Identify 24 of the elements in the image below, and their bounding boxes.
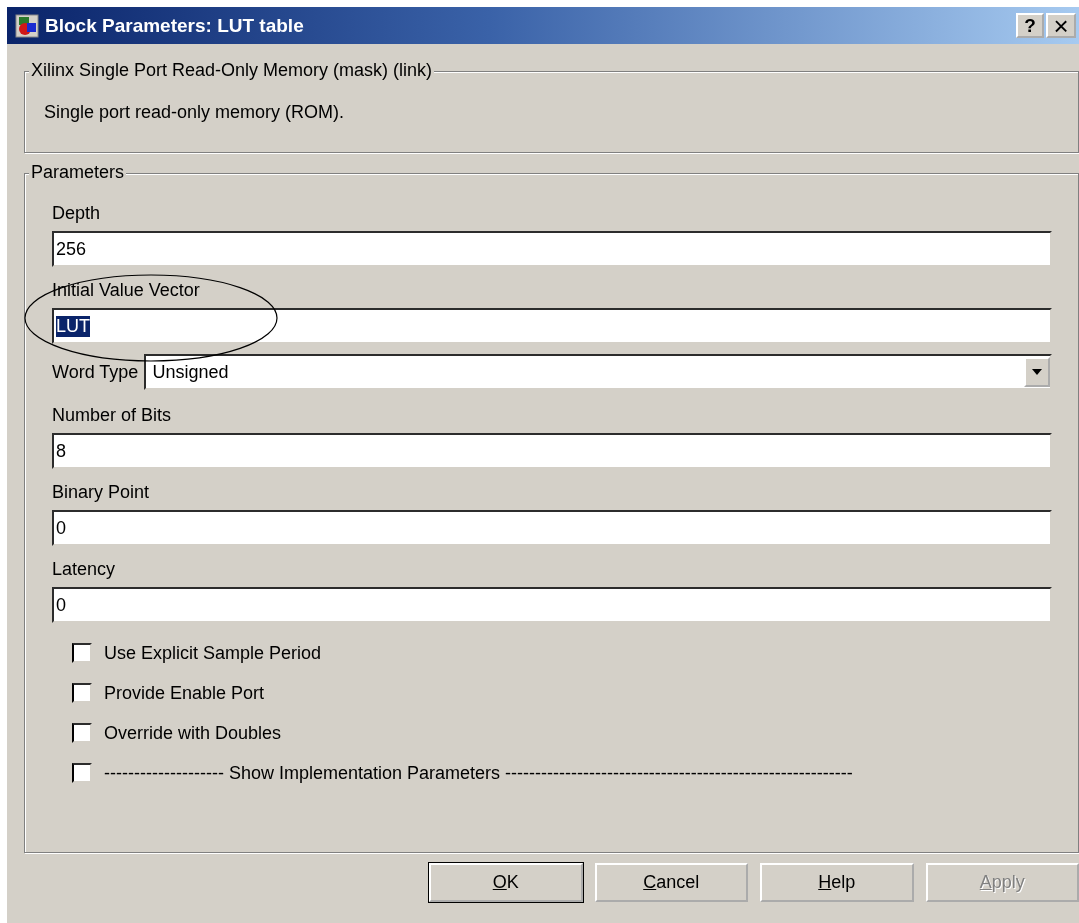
close-button[interactable]: × bbox=[1046, 13, 1076, 38]
field-label: Binary Point bbox=[52, 481, 151, 504]
input-field[interactable]: 0 bbox=[52, 587, 1052, 623]
field-label: Initial Value Vector bbox=[52, 279, 201, 302]
group-title: Xilinx Single Port Read-Only Memory (mask) (link) bbox=[29, 60, 435, 81]
checkbox-label: -------------------- Show Implementation Parameters ---------------------------------------------------------- bbox=[104, 762, 853, 784]
dialog-button[interactable]: Cancel bbox=[594, 863, 748, 902]
field-label: Depth bbox=[52, 202, 102, 225]
dialog-button[interactable]: Help bbox=[760, 863, 914, 902]
checkbox-label: Override with Doubles bbox=[104, 722, 282, 744]
field-label: Number of Bits bbox=[52, 404, 173, 427]
input-field[interactable]: 8 bbox=[52, 433, 1052, 469]
checkbox-label: Use Explicit Sample Period bbox=[104, 642, 322, 664]
input-field[interactable]: 0 bbox=[52, 510, 1052, 546]
window-title: Block Parameters: LUT table bbox=[45, 14, 305, 37]
field-label: Word Type bbox=[52, 361, 139, 384]
input-field[interactable]: 256 bbox=[52, 231, 1052, 267]
description-text: Single port read-only memory (ROM). bbox=[44, 102, 346, 124]
checkbox-label: Provide Enable Port bbox=[104, 682, 265, 704]
help-button[interactable]: ? bbox=[1016, 13, 1044, 38]
dialog-button[interactable]: OK bbox=[429, 863, 583, 902]
field-label: Latency bbox=[52, 558, 117, 581]
input-field[interactable]: LUT bbox=[52, 308, 1052, 344]
dropdown-field[interactable]: Unsigned bbox=[144, 354, 1052, 390]
